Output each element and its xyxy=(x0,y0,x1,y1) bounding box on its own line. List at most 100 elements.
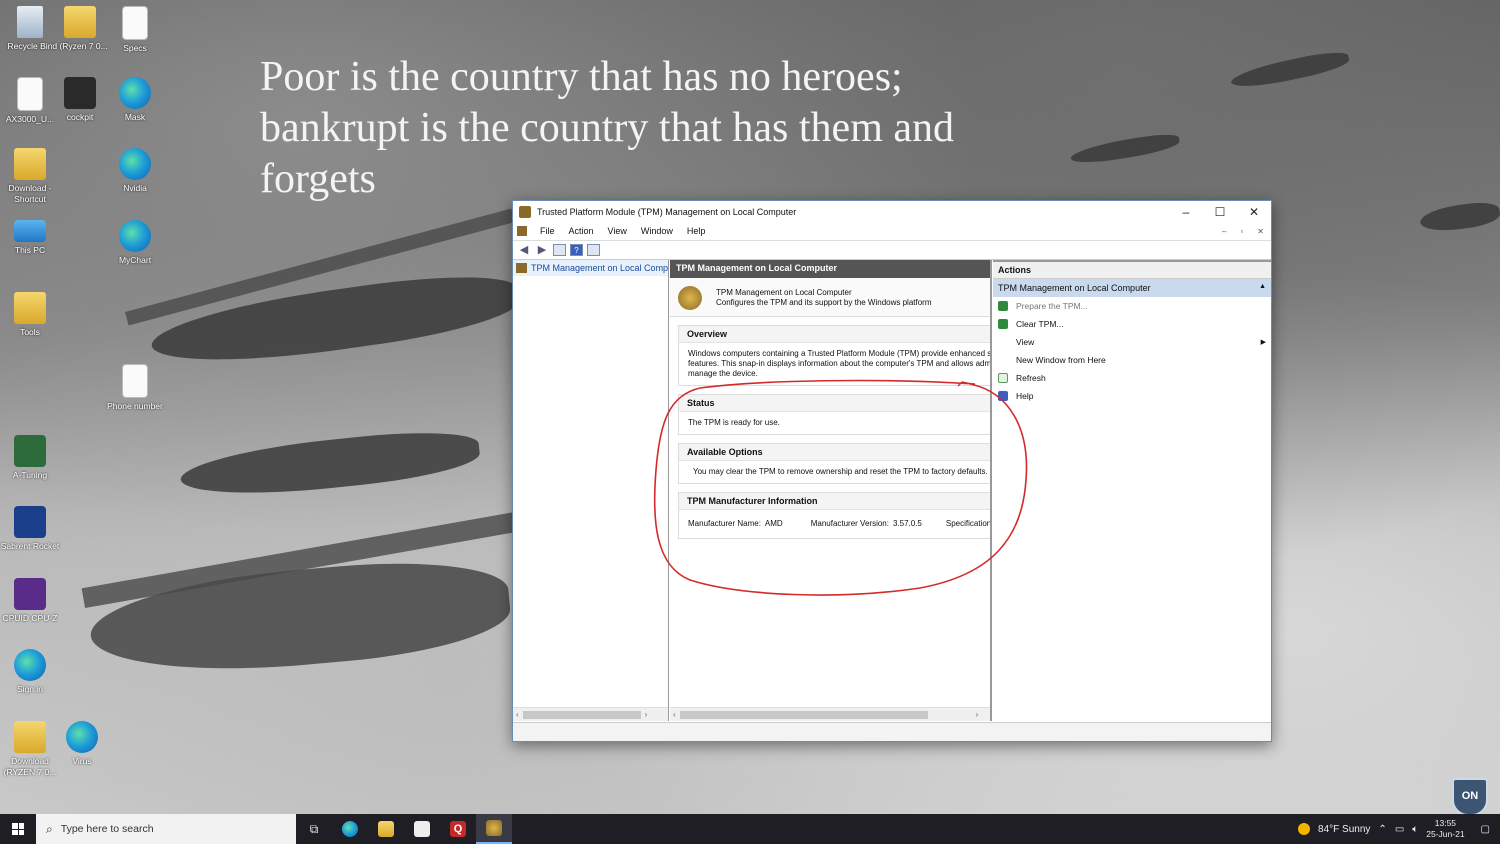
desktop-icon-d-folder[interactable]: d (Ryzen 7 0... xyxy=(50,6,110,52)
menu-file[interactable]: File xyxy=(533,226,562,236)
back-arrow-icon[interactable]: ◀ xyxy=(517,244,531,256)
tpm-management-window[interactable]: Trusted Platform Module (TPM) Management… xyxy=(512,200,1272,742)
show-hide-tree-icon[interactable] xyxy=(553,244,566,256)
status-bar xyxy=(513,722,1271,741)
scroll-left-icon[interactable]: ‹ xyxy=(673,710,676,719)
forward-arrow-icon[interactable]: ▶ xyxy=(535,244,549,256)
desktop-icon-sign-in[interactable]: Sign in xyxy=(0,649,60,695)
desktop-icon-sabrent[interactable]: Sabrent Rocket xyxy=(0,506,60,552)
action-label: Clear TPM... xyxy=(1016,319,1064,329)
manufacturer-name-value: AMD xyxy=(764,519,783,528)
action-view[interactable]: View ▶ xyxy=(993,333,1271,351)
wallpaper-plane-1 xyxy=(147,264,523,376)
task-view-button[interactable]: ⧉ xyxy=(296,814,332,844)
help-icon[interactable]: ? xyxy=(570,244,583,256)
action-label: Help xyxy=(1016,391,1034,401)
action-clear-tpm[interactable]: Clear TPM... xyxy=(993,315,1271,333)
scrollbar-thumb[interactable] xyxy=(522,710,641,719)
prepare-tpm-icon xyxy=(998,301,1008,311)
desktop-icon-cockpit[interactable]: cockpit xyxy=(50,77,110,123)
desktop-icon-a-tuning[interactable]: A-Tuning xyxy=(0,435,60,481)
desktop-icon-download-ryzen[interactable]: Download (RYZEN 7 0... xyxy=(0,721,60,778)
q-app-icon: Q xyxy=(450,821,466,837)
specification-version-label: Specification Ve xyxy=(945,519,990,528)
on-shield-badge[interactable]: ON xyxy=(1452,778,1488,816)
overview-text-line: features. This snap-in displays informat… xyxy=(688,359,990,368)
desktop-icon-download-shortcut[interactable]: Download - Shortcut xyxy=(0,148,60,205)
chevron-up-icon[interactable]: ⌃ xyxy=(1378,824,1386,835)
desktop-icon-nvidia[interactable]: Nvidia xyxy=(105,148,165,194)
wallpaper-quote: Poor is the country that has no heroes; … xyxy=(260,54,955,202)
child-minimize-button[interactable]: – xyxy=(1215,227,1233,236)
taskbar-store[interactable] xyxy=(404,814,440,844)
manufacturer-info-section: TPM Manufacturer Information Manufacture… xyxy=(678,492,990,539)
action-help[interactable]: Help xyxy=(993,387,1271,405)
desktop-icon-mask[interactable]: Mask xyxy=(105,77,165,123)
document-icon xyxy=(122,364,148,398)
taskbar-edge[interactable] xyxy=(332,814,368,844)
taskbar-search-box[interactable]: ⌕ Type here to search xyxy=(36,814,296,844)
desktop-icon-label: AX3000_U... xyxy=(5,114,55,124)
file-explorer-icon xyxy=(378,821,394,837)
minimize-button[interactable]: – xyxy=(1169,205,1203,219)
desktop-icon-phone-number[interactable]: Phone number xyxy=(105,364,165,412)
desktop-icon-mychart[interactable]: MyChart xyxy=(105,220,165,266)
taskbar-q-app[interactable]: Q xyxy=(440,814,476,844)
scroll-left-icon[interactable]: ‹ xyxy=(516,710,519,719)
maximize-button[interactable]: ☐ xyxy=(1203,205,1237,219)
tree-horizontal-scrollbar[interactable]: ‹ › xyxy=(513,707,668,721)
desktop-icon-tools[interactable]: Tools xyxy=(0,292,60,338)
desktop-icon-label: Download - Shortcut xyxy=(8,183,52,204)
scrollbar-thumb[interactable] xyxy=(679,710,928,719)
desktop-icon-label: Tools xyxy=(20,327,40,337)
action-label: View xyxy=(1016,337,1035,347)
wallpaper-plane-2 xyxy=(178,424,482,504)
desktop-icon-label: This PC xyxy=(14,245,46,255)
title-bar[interactable]: Trusted Platform Module (TPM) Management… xyxy=(513,201,1271,222)
available-options-heading: Available Options xyxy=(679,444,990,461)
tpm-app-icon xyxy=(519,205,531,218)
collapse-arrow-icon[interactable]: ▲ xyxy=(1259,283,1266,293)
child-restore-button[interactable]: ▫ xyxy=(1233,227,1250,236)
desktop-icon-label: MyChart xyxy=(118,255,152,265)
scroll-right-icon[interactable]: › xyxy=(976,710,979,719)
desktop-icon-this-pc[interactable]: This PC xyxy=(0,220,60,256)
clock[interactable]: 13:55 25-Jun-21 xyxy=(1426,818,1464,840)
menu-action[interactable]: Action xyxy=(562,226,601,236)
manufacturer-info-heading: TPM Manufacturer Information xyxy=(679,493,990,510)
volume-icon[interactable]: 🔈︎ xyxy=(1412,824,1418,835)
desktop-icon-virus[interactable]: Virus xyxy=(52,721,112,767)
clock-date: 25-Jun-21 xyxy=(1426,829,1465,839)
desktop-icon-label: A-Tuning xyxy=(12,470,48,480)
actions-group-header[interactable]: TPM Management on Local Computer ▲ xyxy=(993,279,1271,297)
action-new-window[interactable]: New Window from Here xyxy=(993,351,1271,369)
sun-weather-icon[interactable] xyxy=(1298,823,1311,835)
desktop-icon-specs[interactable]: Specs xyxy=(105,6,165,54)
start-button[interactable] xyxy=(0,814,36,844)
desktop-icon-label: Phone number xyxy=(107,401,163,411)
console-tree-pane: TPM Management on Local Compu ‹ › xyxy=(513,260,669,721)
action-prepare-tpm[interactable]: Prepare the TPM... xyxy=(993,297,1271,315)
desktop-icon-cpuz[interactable]: CPUID CPU-Z xyxy=(0,578,60,624)
submenu-arrow-icon: ▶ xyxy=(1260,339,1266,346)
desktop-icon-label: Nvidia xyxy=(123,183,147,193)
network-icon[interactable]: ▭ xyxy=(1395,824,1404,835)
taskbar-file-explorer[interactable] xyxy=(368,814,404,844)
scroll-right-icon[interactable]: › xyxy=(645,710,648,719)
menu-window[interactable]: Window xyxy=(634,226,680,236)
show-hide-action-pane-icon[interactable] xyxy=(587,244,600,256)
notification-icon[interactable]: ▢ xyxy=(1481,824,1490,835)
toolbar: ◀ ▶ ? xyxy=(513,241,1271,260)
tree-item-tpm-management[interactable]: TPM Management on Local Compu xyxy=(513,260,668,276)
action-refresh[interactable]: Refresh xyxy=(993,369,1271,387)
menu-help[interactable]: Help xyxy=(680,226,713,236)
menu-view[interactable]: View xyxy=(601,226,634,236)
folder-icon xyxy=(14,721,46,753)
action-label: Refresh xyxy=(1016,373,1046,383)
results-horizontal-scrollbar[interactable]: ‹ › xyxy=(670,707,990,721)
folder-icon xyxy=(64,6,96,38)
close-button[interactable]: ✕ xyxy=(1237,205,1271,219)
weather-text[interactable]: 84°F Sunny xyxy=(1318,824,1370,835)
taskbar-tpm-management[interactable] xyxy=(476,814,512,844)
child-close-button[interactable]: ✕ xyxy=(1250,227,1271,236)
